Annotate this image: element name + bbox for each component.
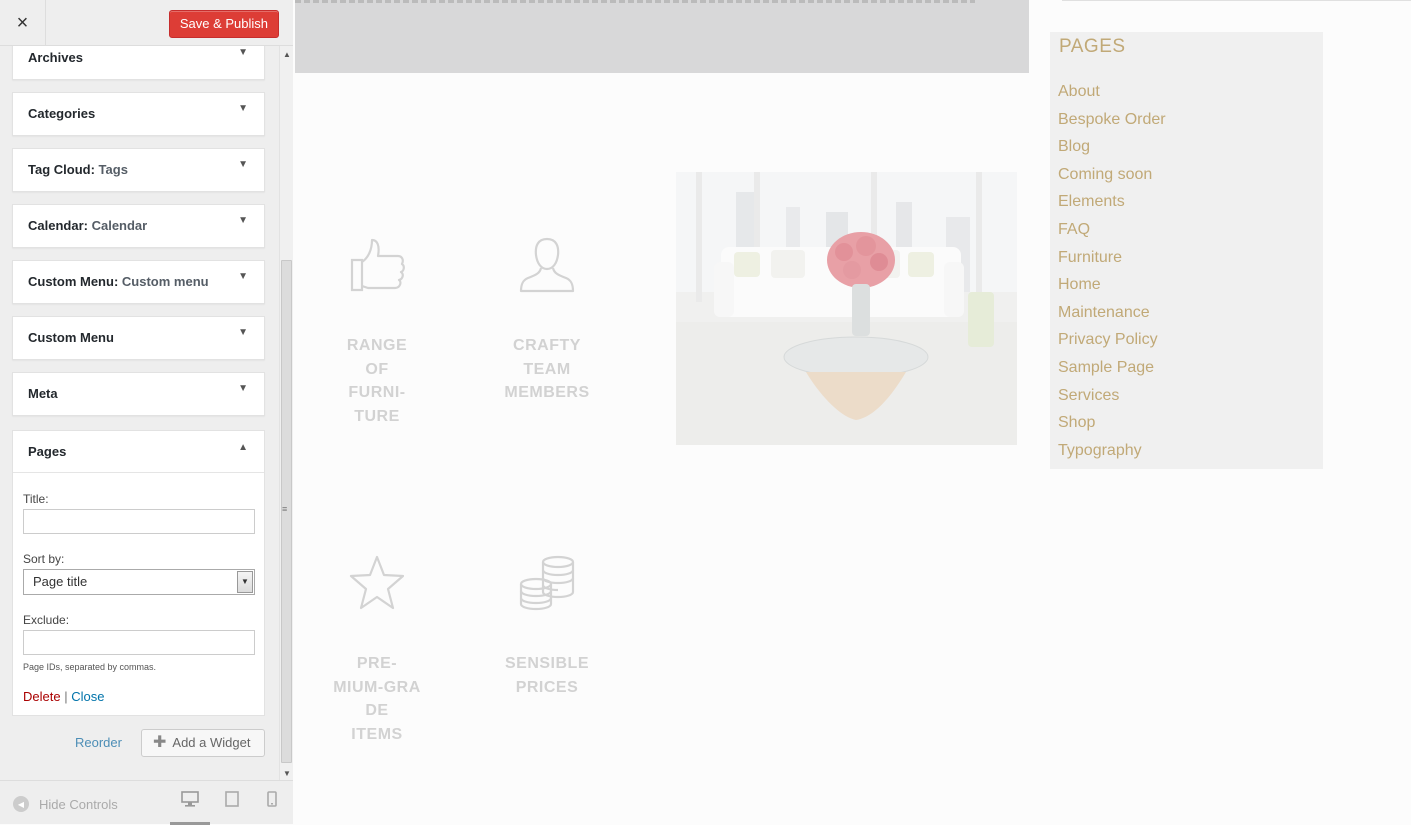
plus-icon: ✚: [153, 734, 167, 751]
feature-premium-grade-items: PRE- MIUM-GRA DE ITEMS: [294, 554, 460, 746]
expand-arrow-icon[interactable]: ▼: [238, 383, 248, 394]
page-link-faq[interactable]: FAQ: [1058, 218, 1166, 246]
expand-arrow-icon[interactable]: ▼: [238, 271, 248, 282]
widget-title: Categories: [28, 106, 96, 121]
widget-archives[interactable]: Archives ▼: [12, 46, 265, 80]
exclude-input[interactable]: [23, 630, 255, 655]
widget-tag-cloud[interactable]: Tag Cloud: Tags ▼: [12, 148, 265, 192]
page-link-home[interactable]: Home: [1058, 273, 1166, 301]
widget-custom-menu-named[interactable]: Custom Menu: Custom menu ▼: [12, 260, 265, 304]
expand-arrow-icon[interactable]: ▼: [238, 47, 248, 58]
widget-pages-expanded: Pages ▲ Title: Sort by: Page title ▼ Exc…: [12, 430, 265, 716]
feature-crafty-team-members: CRAFTY TEAM MEMBERS: [464, 236, 630, 405]
customizer-sidebar: × Save & Publish Archives ▼ Categories ▼…: [0, 0, 293, 825]
hide-controls-label: Hide Controls: [39, 796, 118, 812]
collapse-arrow-icon[interactable]: ▲: [238, 442, 248, 453]
widget-actions: Delete | Close: [23, 689, 104, 704]
close-link[interactable]: Close: [71, 689, 104, 704]
delete-link[interactable]: Delete: [23, 689, 61, 704]
feature-sensible-prices: SENSIBLE PRICES: [464, 554, 630, 699]
chevron-down-icon[interactable]: ▼: [237, 571, 253, 593]
widget-title: Tag Cloud: Tags: [28, 162, 128, 177]
star-icon: [349, 555, 405, 610]
widget-title: Meta: [28, 386, 58, 401]
feature-range-of-furniture: RANGE OF FURNI- TURE: [294, 236, 460, 428]
title-label: Title:: [23, 492, 49, 506]
widget-categories[interactable]: Categories ▼: [12, 92, 265, 136]
page-link-blog[interactable]: Blog: [1058, 135, 1166, 163]
customizer-footer: ◀ Hide Controls: [0, 780, 293, 825]
widget-custom-menu[interactable]: Custom Menu ▼: [12, 316, 265, 360]
customizer-header: × Save & Publish: [0, 0, 293, 46]
coins-icon: [519, 555, 575, 611]
hide-controls-button[interactable]: ◀ Hide Controls: [13, 796, 118, 812]
page-link-furniture[interactable]: Furniture: [1058, 246, 1166, 274]
exclude-hint: Page IDs, separated by commas.: [23, 662, 157, 672]
person-icon: [519, 237, 575, 293]
add-widget-label: Add a Widget: [172, 735, 251, 750]
tablet-preview-button[interactable]: [212, 791, 252, 825]
mobile-preview-button[interactable]: [252, 791, 292, 825]
desktop-preview-button[interactable]: [170, 791, 210, 825]
widget-pages-header[interactable]: Pages ▲: [13, 431, 264, 473]
page-link-services[interactable]: Services: [1058, 384, 1166, 412]
widget-panel: Archives ▼ Categories ▼ Tag Cloud: Tags …: [0, 46, 279, 780]
title-input[interactable]: [23, 509, 255, 534]
sort-by-select[interactable]: Page title ▼: [23, 569, 255, 595]
widget-title: Archives: [28, 50, 83, 65]
living-room-photo: [676, 172, 1017, 445]
widget-title: Custom Menu: [28, 330, 114, 345]
expand-arrow-icon[interactable]: ▼: [238, 159, 248, 170]
page-link-bespoke-order[interactable]: Bespoke Order: [1058, 108, 1166, 136]
widget-meta[interactable]: Meta ▼: [12, 372, 265, 416]
collapse-arrow-icon: ◀: [13, 796, 29, 812]
pages-heading: PAGES: [1059, 36, 1126, 57]
exclude-label: Exclude:: [23, 613, 70, 627]
expand-arrow-icon[interactable]: ▼: [238, 215, 248, 226]
page-link-elements[interactable]: Elements: [1058, 190, 1166, 218]
expand-arrow-icon[interactable]: ▼: [238, 103, 248, 114]
mobile-icon: [267, 791, 277, 807]
widget-calendar[interactable]: Calendar: Calendar ▼: [12, 204, 265, 248]
tablet-icon: [225, 791, 239, 807]
desktop-icon: [181, 791, 199, 807]
sort-by-label: Sort by:: [23, 552, 65, 566]
reorder-link[interactable]: Reorder: [75, 735, 122, 750]
page-link-shop[interactable]: Shop: [1058, 411, 1166, 439]
page-link-coming-soon[interactable]: Coming soon: [1058, 163, 1166, 191]
expand-arrow-icon[interactable]: ▼: [238, 327, 248, 338]
page-link-sample-page[interactable]: Sample Page: [1058, 356, 1166, 384]
feature-label: PRE- MIUM-GRA DE ITEMS: [333, 655, 421, 743]
page-link-maintenance[interactable]: Maintenance: [1058, 301, 1166, 329]
page-link-typography[interactable]: Typography: [1058, 439, 1166, 467]
panel-scrollbar[interactable]: ▲ ≡ ▼: [279, 46, 293, 780]
feature-label: CRAFTY TEAM MEMBERS: [504, 337, 590, 401]
sort-by-value: Page title: [33, 574, 88, 589]
divider: [1062, 0, 1411, 1]
widget-title: Pages: [28, 444, 67, 459]
scroll-down-arrow-icon[interactable]: ▼: [283, 769, 291, 778]
page-link-privacy-policy[interactable]: Privacy Policy: [1058, 328, 1166, 356]
header-band: [295, 0, 1029, 73]
feature-label: SENSIBLE PRICES: [504, 655, 589, 696]
feature-label: RANGE OF FURNI- TURE: [346, 337, 408, 425]
pages-widget-preview: PAGES About Bespoke Order Blog Coming so…: [1050, 32, 1323, 469]
pages-list: About Bespoke Order Blog Coming soon Ele…: [1058, 80, 1166, 466]
thumbs-up-icon: [350, 238, 405, 292]
site-preview: RANGE OF FURNI- TURE CRAFTY TEAM MEMBERS PRE-…: [294, 0, 1411, 824]
add-widget-button[interactable]: ✚ Add a Widget: [141, 729, 265, 757]
grip-icon: ≡: [282, 504, 288, 514]
close-icon: ×: [16, 11, 29, 34]
close-customizer-button[interactable]: ×: [0, 0, 46, 46]
widget-title: Calendar: Calendar: [28, 218, 148, 233]
widget-title: Custom Menu: Custom menu: [28, 274, 209, 289]
separator: |: [64, 689, 68, 704]
scroll-up-arrow-icon[interactable]: ▲: [283, 50, 291, 59]
save-publish-button[interactable]: Save & Publish: [168, 10, 279, 38]
page-link-about[interactable]: About: [1058, 80, 1166, 108]
